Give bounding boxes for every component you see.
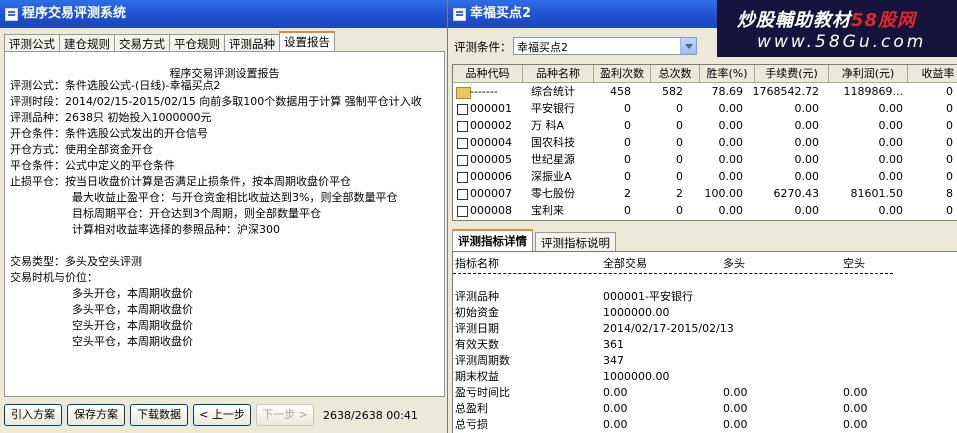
- brand-banner: 炒股輔助教材58股网 www.58Gu.com: [717, 0, 957, 57]
- left-button-bar: 引入方案 保存方案 下载数据 < 上一步 下一步 > 2638/2638 00:…: [0, 400, 447, 433]
- row-checkbox[interactable]: [457, 138, 468, 149]
- detail-row: 盈亏时间比 0.00 0.00 0.00: [455, 386, 868, 399]
- download-data-button[interactable]: 下载数据: [130, 404, 188, 426]
- detail-header: 指标名称 全部交易 多头 空头: [455, 257, 865, 270]
- report-line-stop-loss: 止损平仓：按当日收盘价计算是否满足止损条件，按本周期收盘价平仓: [10, 175, 351, 188]
- row-checkbox[interactable]: [457, 121, 468, 132]
- table-row[interactable]: 000004 国农科技 0 0 0.00 0.00 0.00 0: [453, 135, 957, 151]
- detail-row: 评测品种 000001-平安银行: [455, 290, 693, 303]
- criteria-label: 评测条件：: [454, 40, 512, 54]
- folder-icon: [456, 87, 471, 99]
- progress-status: 2638/2638 00:41: [323, 409, 418, 422]
- detail-row: 有效天数 361: [455, 338, 624, 351]
- report-line-open-condition: 开仓条件：条件选股公式发出的开仓信号: [10, 127, 208, 140]
- tab-report[interactable]: 设置报告: [279, 31, 335, 53]
- report-line-long-close: 多头平仓，本周期收盘价: [72, 303, 193, 316]
- table-row[interactable]: 000001 平安银行 0 0 0.00 0.00 0.00 0: [453, 101, 957, 117]
- detail-row: 评测周期数 347: [455, 354, 624, 367]
- col-name[interactable]: 品种名称: [523, 65, 594, 82]
- col-profit[interactable]: 净利润(元): [829, 65, 908, 82]
- save-scheme-button[interactable]: 保存方案: [67, 404, 125, 426]
- detail-row: 总盈利 0.00 0.00 0.00: [455, 402, 868, 415]
- table-row[interactable]: 000007 零七股份 2 2 100.00 6270.43 81601.50 …: [453, 186, 957, 202]
- col-return[interactable]: 收益率: [908, 65, 957, 82]
- import-scheme-button[interactable]: 引入方案: [4, 404, 62, 426]
- col-rate[interactable]: 胜率(%): [700, 65, 755, 82]
- report-line-short-open: 空头开仓，本周期收盘价: [72, 319, 193, 332]
- left-title-bar[interactable]: 程序交易评测系统: [0, 0, 447, 28]
- row-checkbox[interactable]: [457, 206, 468, 217]
- report-line-formula: 评测公式：条件选股公式-(日线)-幸福买点2: [10, 79, 221, 92]
- row-checkbox[interactable]: [457, 189, 468, 200]
- table-row[interactable]: 000008 宝利来 0 0 0.00 0.00 0.00 0: [453, 203, 957, 219]
- col-wins[interactable]: 盈利次数: [594, 65, 651, 82]
- table-row[interactable]: 000002 万 科A 0 0 0.00 0.00 0.00 0: [453, 118, 957, 134]
- detail-tabs: 评测指标详情 评测指标说明: [452, 229, 618, 253]
- brand-url: www.58Gu.com: [757, 32, 927, 52]
- report-panel: 程序交易评测设置报告 评测公式：条件选股公式-(日线)-幸福买点2 评测时段：2…: [4, 51, 445, 397]
- report-line-target-period: 目标周期平仓：开仓达到3个周期，则全部数量平仓: [72, 207, 321, 220]
- table-header: 品种代码 品种名称 盈利次数 总次数 胜率(%) 手续费(元) 净利润(元) 收…: [453, 65, 957, 83]
- detail-row: 期末权益 1000000.00: [455, 370, 670, 383]
- tab-indicator-details[interactable]: 评测指标详情: [452, 229, 533, 253]
- chevron-down-icon[interactable]: [680, 38, 696, 54]
- prev-step-button[interactable]: < 上一步: [193, 404, 251, 426]
- settings-tabs: 评测公式 建仓规则 交易方式 平仓规则 评测品种 设置报告: [4, 31, 335, 53]
- criteria-select[interactable]: 幸福买点2: [513, 37, 697, 55]
- result-window: 幸福买点2 炒股輔助教材58股网 www.58Gu.com 评测条件： 幸福买点…: [448, 0, 957, 433]
- col-code[interactable]: 品种代码: [453, 65, 523, 82]
- tab-indicator-help[interactable]: 评测指标说明: [535, 232, 616, 253]
- app-icon: [5, 8, 18, 21]
- divider: [453, 273, 893, 274]
- table-row[interactable]: ------- 综合统计 458 582 78.69 1768542.72 11…: [453, 84, 957, 100]
- report-line-close-condition: 平仓条件：公式中定义的平仓条件: [10, 159, 175, 172]
- row-checkbox[interactable]: [457, 172, 468, 183]
- results-table: 品种代码 品种名称 盈利次数 总次数 胜率(%) 手续费(元) 净利润(元) 收…: [452, 64, 957, 221]
- report-line-short-close: 空头平仓，本周期收盘价: [72, 335, 193, 348]
- row-checkbox[interactable]: [457, 155, 468, 166]
- report-line-long-open: 多头开仓，本周期收盘价: [72, 287, 193, 300]
- detail-row: 初始资金 1000000.00: [455, 306, 670, 319]
- detail-row: 评测日期 2014/02/17-2015/02/13: [455, 322, 734, 335]
- report-line-timing: 交易时机与价位：: [10, 271, 98, 284]
- report-line-take-profit: 最大收益止盈平仓：与开仓资金相比收益达到3%，则全部数量平仓: [72, 191, 398, 204]
- report-line-period: 评测时段：2014/02/15-2015/02/15 向前多取100个数据用于计…: [10, 95, 422, 108]
- col-total[interactable]: 总次数: [651, 65, 700, 82]
- report-line-benchmark: 计算相对收益率选择的参照品种：沪深300: [72, 223, 280, 236]
- window-title: 幸福买点2: [470, 6, 532, 21]
- table-row[interactable]: 000005 世纪星源 0 0 0.00 0.00 0.00 0: [453, 152, 957, 168]
- report-line-open-mode: 开仓方式：使用全部资金开仓: [10, 143, 153, 156]
- indicator-detail-panel: 指标名称 全部交易 多头 空头 评测品种 000001-平安银行 初始资金 10…: [452, 251, 957, 433]
- report-line-instruments: 评测品种：2638只 初始投入1000000元: [10, 111, 212, 124]
- col-fee[interactable]: 手续费(元): [755, 65, 829, 82]
- detail-row: 总亏损 0.00 0.00 0.00: [455, 418, 868, 431]
- next-step-button[interactable]: 下一步 >: [256, 404, 314, 426]
- evaluation-window: 程序交易评测系统 评测公式 建仓规则 交易方式 平仓规则 评测品种 设置报告 程序交易评测…: [0, 0, 448, 433]
- window-title: 程序交易评测系统: [22, 6, 127, 21]
- report-line-trade-type: 交易类型：多头及空头评测: [10, 255, 142, 268]
- row-checkbox[interactable]: [457, 104, 468, 115]
- brand-text: 炒股輔助教材58股网: [737, 10, 917, 31]
- app-icon: [453, 8, 466, 21]
- table-row[interactable]: 000006 深振业A 0 0 0.00 0.00 0.00 0: [453, 169, 957, 185]
